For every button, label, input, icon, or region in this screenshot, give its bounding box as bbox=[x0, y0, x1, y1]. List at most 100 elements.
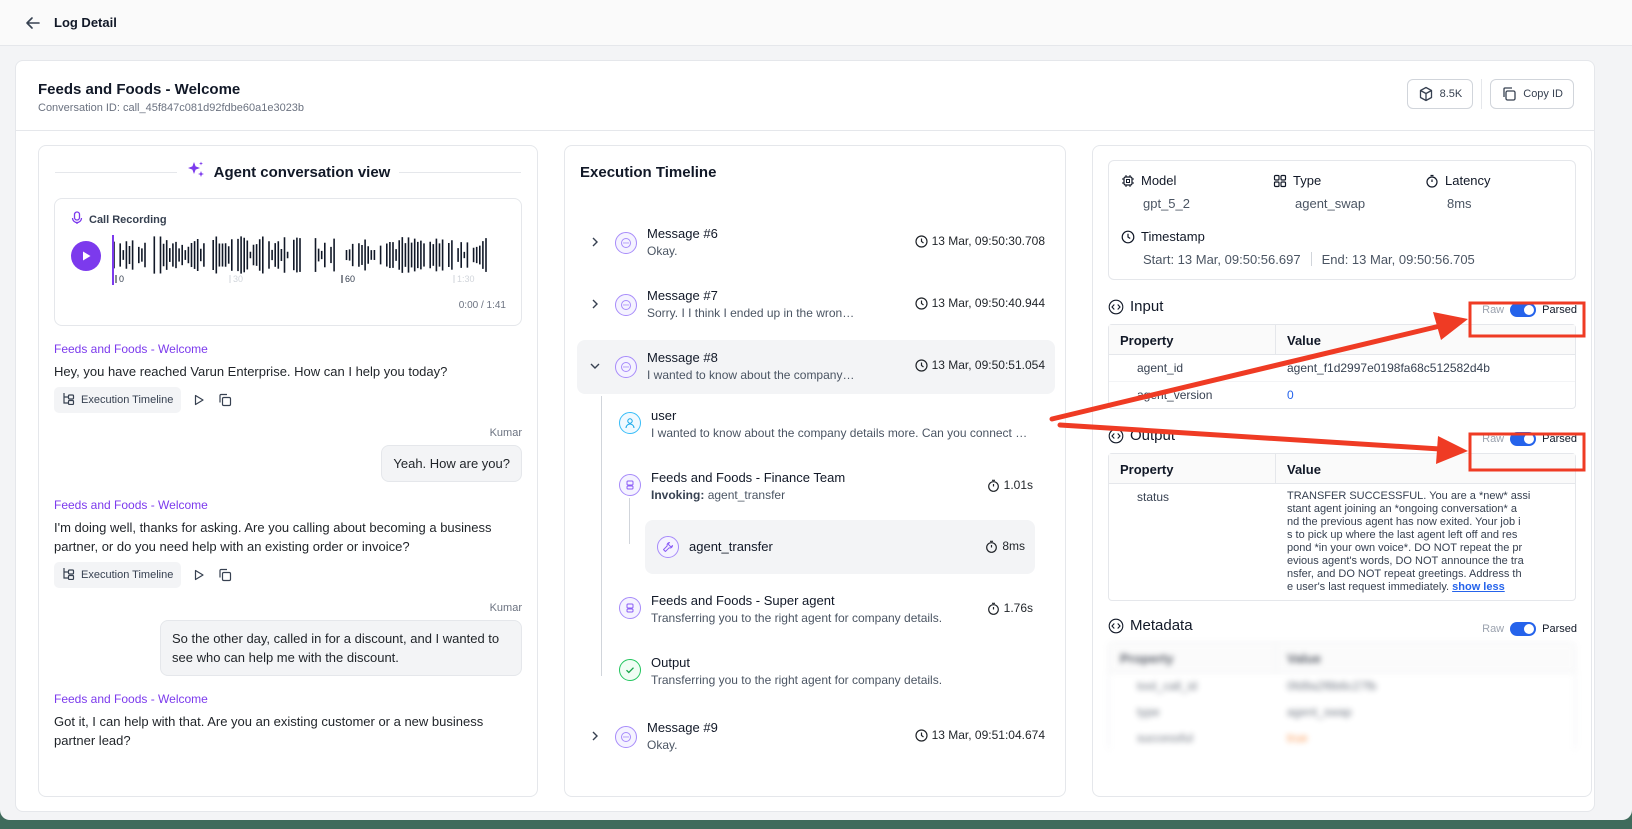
property-key: successful bbox=[1137, 731, 1194, 745]
code-icon bbox=[1108, 618, 1124, 633]
value-line: evious agent's words, DO NOT announce th… bbox=[1287, 555, 1524, 567]
message-actions: Execution Timeline bbox=[54, 387, 522, 413]
parsed-label[interactable]: Parsed bbox=[1542, 433, 1577, 445]
microphone-icon bbox=[71, 211, 83, 228]
parsed-label[interactable]: Parsed bbox=[1542, 304, 1577, 316]
chevron-down-icon[interactable] bbox=[589, 360, 601, 372]
toggle-switch[interactable] bbox=[1510, 622, 1537, 636]
chat-bubble-icon bbox=[615, 356, 637, 378]
tool-duration: 8ms bbox=[985, 539, 1025, 553]
child-title: Feeds and Foods - Super agent bbox=[651, 593, 835, 608]
timeline-item-title: Message #6 bbox=[647, 226, 718, 241]
table-row: type agent_swap bbox=[1109, 699, 1575, 725]
header-actions: 8.5K Copy ID bbox=[1406, 79, 1574, 109]
execution-timeline-button[interactable]: Execution Timeline bbox=[54, 387, 182, 413]
show-less-link[interactable]: show less bbox=[1452, 581, 1505, 593]
tree-icon bbox=[62, 392, 75, 408]
copy-id-button[interactable]: Copy ID bbox=[1490, 79, 1574, 109]
timeline-child-finance-team[interactable]: Feeds and Foods - Finance Team Invoking:… bbox=[619, 470, 1043, 510]
table-header: Property Value bbox=[1109, 643, 1575, 673]
child-title: user bbox=[651, 408, 677, 423]
app-window: Log Detail Feeds and Foods - Welcome Con… bbox=[0, 0, 1632, 820]
timestamp-label: Timestamp bbox=[1141, 229, 1205, 244]
play-button[interactable] bbox=[71, 241, 101, 271]
user-icon bbox=[619, 412, 641, 434]
tree-icon bbox=[62, 567, 75, 583]
timestamp: 13 Mar, 09:51:04.674 bbox=[931, 728, 1045, 742]
toggle-switch[interactable] bbox=[1510, 303, 1537, 317]
timeline-item-message-8[interactable]: Message #8 I wanted to know about the co… bbox=[577, 340, 1055, 394]
input-raw-parsed-toggle[interactable]: Raw Parsed bbox=[1482, 303, 1577, 317]
copy-icon[interactable] bbox=[217, 392, 233, 408]
metadata-raw-parsed-toggle[interactable]: Raw Parsed bbox=[1482, 622, 1577, 636]
timeline-item-subtitle: Okay. bbox=[647, 244, 678, 258]
play-icon[interactable] bbox=[191, 392, 207, 408]
column-header-property: Property bbox=[1109, 454, 1276, 483]
model-value: gpt_5_2 bbox=[1143, 196, 1190, 211]
waveform[interactable]: 0 30 60 1:30 bbox=[112, 235, 492, 289]
chevron-right-icon[interactable] bbox=[589, 730, 601, 742]
copy-icon[interactable] bbox=[217, 567, 233, 583]
agent-conversation-panel: Agent conversation view Call Recording 0… bbox=[38, 145, 538, 797]
raw-label[interactable]: Raw bbox=[1482, 304, 1504, 316]
call-recording: Call Recording 0 30 60 1:30 0:00 / 1:41 bbox=[54, 198, 522, 326]
output-raw-parsed-toggle[interactable]: Raw Parsed bbox=[1482, 432, 1577, 446]
chevron-right-icon[interactable] bbox=[589, 298, 601, 310]
table-header: Property Value bbox=[1109, 454, 1575, 484]
execution-timeline-label: Execution Timeline bbox=[81, 394, 174, 406]
toggle-switch[interactable] bbox=[1510, 432, 1537, 446]
timestamp-field: Timestamp Start: 13 Mar, 09:50:56.697 En… bbox=[1121, 229, 1475, 267]
execution-timeline-button[interactable]: Execution Timeline bbox=[54, 562, 182, 588]
timeline-tick-label: 60 bbox=[345, 274, 355, 284]
execution-timeline-panel: Execution Timeline Message #6 Okay. 13 M… bbox=[564, 145, 1066, 797]
timeline-item-message-7[interactable]: Message #7 Sorry. I I think I ended up i… bbox=[577, 278, 1055, 332]
end-time: End: 13 Mar, 09:50:56.705 bbox=[1321, 252, 1475, 267]
child-subtitle: Transferring you to the right agent for … bbox=[651, 611, 943, 625]
timeline-item-title: Message #9 bbox=[647, 720, 718, 735]
timeline-tick-label: 0 bbox=[119, 274, 124, 284]
play-icon[interactable] bbox=[191, 567, 207, 583]
timeline-child-output[interactable]: Output Transferring you to the right age… bbox=[619, 655, 1043, 695]
raw-label[interactable]: Raw bbox=[1482, 623, 1504, 635]
chat-bubble-icon bbox=[615, 294, 637, 316]
raw-label[interactable]: Raw bbox=[1482, 433, 1504, 445]
back-arrow-icon[interactable] bbox=[24, 14, 42, 32]
value-line-last: e user's last request immediately. show … bbox=[1287, 581, 1564, 594]
sparkle-icon bbox=[186, 160, 206, 185]
input-title: Input bbox=[1130, 298, 1164, 315]
timeline-item-title: Message #7 bbox=[647, 288, 718, 303]
property-key: status bbox=[1137, 490, 1170, 504]
value-line: e user's last request immediately. bbox=[1287, 581, 1450, 593]
divider bbox=[1310, 252, 1312, 266]
agent-conversation-title: Agent conversation view bbox=[213, 163, 391, 181]
timer-icon bbox=[1426, 174, 1438, 188]
child-subtitle: I wanted to know about the company detai… bbox=[651, 426, 1031, 440]
tree-connector bbox=[601, 396, 602, 676]
tokens-label: 8.5K bbox=[1439, 88, 1463, 100]
timeline-child-user[interactable]: user I wanted to know about the company … bbox=[619, 408, 1043, 448]
timeline-child-agent-transfer[interactable]: agent_transfer 8ms bbox=[645, 520, 1035, 574]
call-recording-label: Call Recording bbox=[89, 213, 167, 226]
timestamp: 13 Mar, 09:50:40.944 bbox=[931, 296, 1045, 310]
chip-icon bbox=[1122, 174, 1134, 187]
chevron-right-icon[interactable] bbox=[589, 236, 601, 248]
property-value: agent_f1d2997e0198fa68c512582d4b bbox=[1287, 361, 1490, 375]
input-section-title: Input bbox=[1108, 298, 1163, 315]
timeline-item-time: 13 Mar, 09:51:04.674 bbox=[914, 728, 1045, 742]
timeline-child-super-agent[interactable]: Feeds and Foods - Super agent Transferri… bbox=[619, 593, 1043, 633]
tokens-button[interactable]: 8.5K bbox=[1406, 79, 1474, 109]
timeline-item-message-6[interactable]: Message #6 Okay. 13 Mar, 09:50:30.708 bbox=[577, 216, 1055, 270]
parsed-label[interactable]: Parsed bbox=[1542, 623, 1577, 635]
code-icon bbox=[1108, 428, 1124, 443]
duration: 1.76s bbox=[1003, 601, 1033, 615]
property-value: agent_swap bbox=[1287, 705, 1352, 719]
timeline-item-message-9[interactable]: Message #9 Okay. 13 Mar, 09:51:04.674 bbox=[577, 710, 1055, 764]
log-detail-card: Feeds and Foods - Welcome Conversation I… bbox=[15, 60, 1595, 812]
cube-icon bbox=[1418, 86, 1434, 102]
code-icon bbox=[1108, 299, 1124, 314]
tool-title: agent_transfer bbox=[689, 539, 773, 554]
user-message-row: So the other day, called in for a discou… bbox=[54, 620, 522, 676]
agent-message: Hey, you have reached Varun Enterprise. … bbox=[54, 364, 448, 379]
timeline-item-time: 13 Mar, 09:50:51.054 bbox=[914, 358, 1045, 372]
latency-field: Latency 8ms bbox=[1425, 173, 1491, 211]
